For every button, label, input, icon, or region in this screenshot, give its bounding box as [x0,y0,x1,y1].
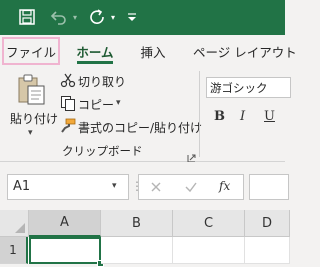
cut-button[interactable]: 切り取り [58,71,138,91]
bold-button[interactable]: B [214,109,228,127]
underline-button[interactable]: U [264,109,278,127]
formula-buttons: fx [138,174,244,200]
tab-insert[interactable]: 挿入 [138,35,168,67]
cancel-icon[interactable] [149,179,163,198]
tab-page-layout[interactable]: ページ レイアウト [193,35,297,67]
format-painter-label: 書式のコピー/貼り付け [78,121,203,135]
cell-d1[interactable] [245,237,290,264]
undo-dropdown-icon[interactable]: ▾ [70,6,80,28]
clipboard-group-label: クリップボード [62,144,143,158]
active-tab-indicator [77,61,113,64]
enter-icon[interactable] [184,179,198,198]
formula-input[interactable] [249,174,289,200]
paste-label: 貼り付け [10,112,59,126]
cell-c1[interactable] [173,237,245,264]
column-header-d[interactable]: D [245,210,290,237]
column-header-a[interactable]: A [29,210,101,237]
column-header-b[interactable]: B [101,210,173,237]
copy-dropdown-icon[interactable]: ▾ [116,98,121,108]
column-header-c[interactable]: C [173,210,245,237]
cell-a1-selected[interactable] [29,237,101,264]
title-bar: ▾ ▾ [0,0,285,35]
undo-icon[interactable] [48,6,70,28]
format-painter-button[interactable]: 書式のコピー/貼り付け [58,117,202,138]
redo-dropdown-icon[interactable]: ▾ [108,6,118,28]
cut-label: 切り取り [78,75,127,89]
italic-button[interactable]: I [240,109,254,127]
brush-icon [60,118,76,138]
paste-icon [17,74,47,110]
ribbon-home: 貼り付け ▾ 切り取り コピー ▾ 書式のコピー/貼り付け クリップボード 游ゴ… [0,67,291,163]
save-icon[interactable] [16,6,38,28]
paste-dropdown-icon[interactable]: ▾ [28,128,33,138]
copy-label: コピー [78,98,115,112]
insert-function-button[interactable]: fx [219,179,230,193]
font-name-combobox[interactable]: 游ゴシック [206,77,291,98]
paste-button[interactable]: 貼り付け ▾ [8,72,59,152]
copy-icon [60,95,76,115]
scissors-icon [60,72,76,92]
select-all-corner[interactable] [0,210,29,237]
worksheet-grid: A B C D 1 [0,210,290,267]
name-box[interactable]: A1 ▾ [7,174,129,200]
customize-qat-icon[interactable] [124,6,140,28]
copy-button[interactable]: コピー ▾ [58,94,128,114]
group-separator [199,71,200,157]
name-box-value: A1 [13,179,31,194]
cell-b1[interactable] [101,237,173,264]
redo-icon[interactable] [86,6,108,28]
font-name-value: 游ゴシック [210,81,268,95]
tab-file[interactable]: ファイル [2,37,60,65]
row-header-1[interactable]: 1 [0,237,28,264]
name-box-dropdown-icon[interactable]: ▾ [112,181,117,191]
ribbon-tabs: ファイル ホーム 挿入 ページ レイアウト [0,35,297,67]
